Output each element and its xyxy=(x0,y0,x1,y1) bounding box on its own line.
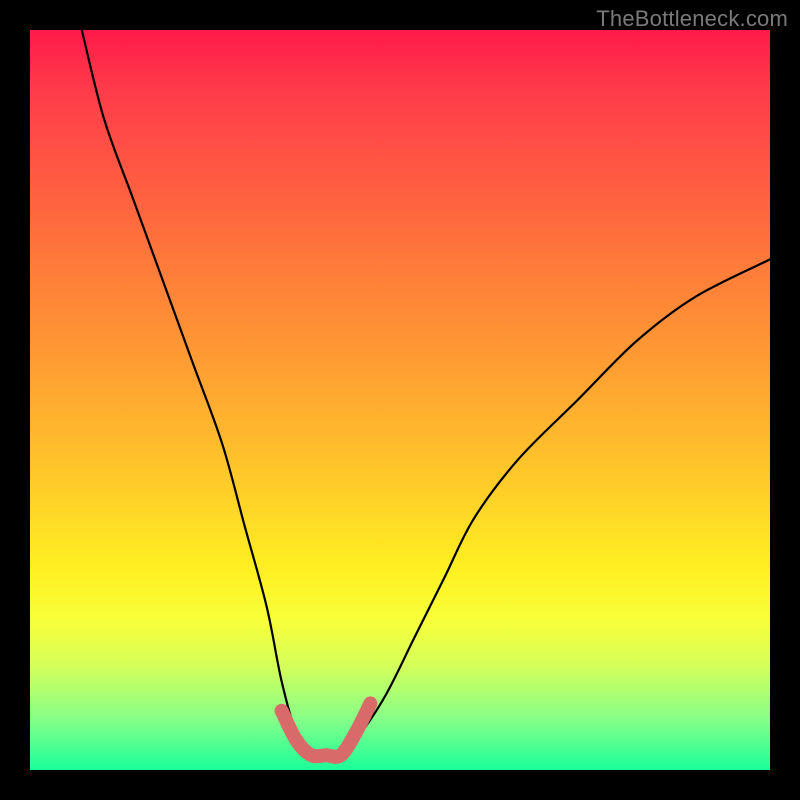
chart-outer-frame: TheBottleneck.com xyxy=(0,0,800,800)
chart-plot-area xyxy=(30,30,770,770)
chart-svg xyxy=(30,30,770,770)
bottleneck-curve xyxy=(82,30,770,757)
watermark-text: TheBottleneck.com xyxy=(596,6,788,32)
highlight-trough xyxy=(282,703,371,756)
